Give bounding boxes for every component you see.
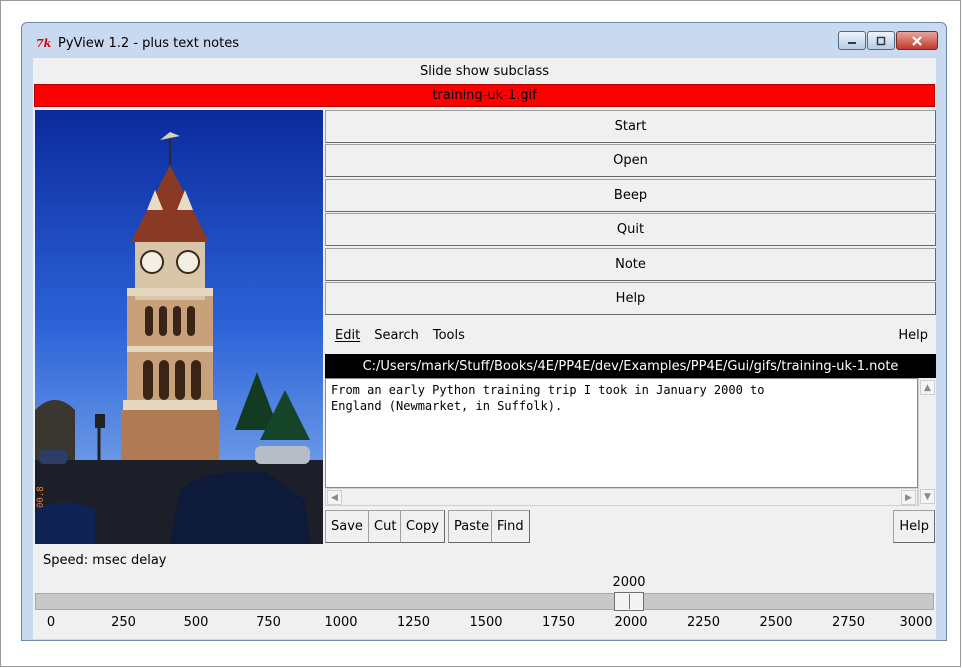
menu-help[interactable]: Help	[898, 328, 928, 343]
tick-label: 250	[111, 615, 136, 630]
editor-toolbar: Save Cut Copy Paste Find Help	[325, 509, 936, 544]
note-text-area[interactable]: From an early Python training trip I too…	[325, 378, 918, 488]
tick-label: 2750	[831, 615, 866, 630]
vertical-scrollbar[interactable]: ▲ ▼	[918, 378, 936, 506]
tick-label: 3000	[899, 615, 933, 630]
menu-edit[interactable]: Edit	[335, 328, 360, 343]
tick-label: 1250	[396, 615, 431, 630]
editor-menubar: Edit Search Tools Help	[325, 320, 936, 350]
open-button[interactable]: Open	[325, 144, 936, 178]
tick-label: 2500	[759, 615, 793, 630]
tick-label: 750	[256, 615, 281, 630]
maximize-icon	[876, 36, 886, 45]
tick-label: 500	[183, 615, 209, 630]
tick-label: 2000	[614, 615, 648, 630]
tick-label: 1000	[324, 615, 358, 630]
menu-search[interactable]: Search	[374, 328, 419, 343]
help-button[interactable]: Help	[325, 281, 936, 315]
beep-button[interactable]: Beep	[325, 178, 936, 212]
tick-label: 0	[46, 615, 56, 630]
find-button[interactable]: Find	[491, 510, 530, 543]
close-icon	[912, 35, 922, 46]
maximize-button[interactable]	[867, 31, 895, 50]
title-bar[interactable]: 7k PyView 1.2 - plus text notes	[22, 23, 946, 57]
speed-scale-trough[interactable]	[35, 593, 934, 610]
note-path-label: C:/Users/mark/Stuff/Books/4E/PP4E/dev/Ex…	[325, 354, 936, 378]
note-button[interactable]: Note	[325, 247, 936, 281]
speed-slider-handle[interactable]	[614, 592, 644, 611]
editor-help-button[interactable]: Help	[893, 510, 935, 543]
subclass-label: Slide show subclass	[419, 63, 550, 79]
slide-image: 00.8	[35, 110, 323, 544]
window-title: PyView 1.2 - plus text notes	[58, 36, 240, 51]
svg-text:00.8: 00.8	[36, 486, 46, 508]
speed-value: 2000	[612, 575, 646, 590]
start-button[interactable]: Start	[325, 110, 936, 143]
client-area: Slide show subclass training-uk-1.gif 00…	[33, 58, 936, 639]
minimize-button[interactable]	[838, 31, 866, 50]
speed-label: Speed: msec delay	[43, 553, 167, 568]
paste-button[interactable]: Paste	[448, 510, 496, 543]
app-window: 7k PyView 1.2 - plus text notes Slide sh…	[21, 22, 947, 641]
current-file-label: training-uk-1.gif	[34, 84, 935, 107]
minimize-icon	[848, 41, 856, 44]
horizontal-scrollbar[interactable]: ◀ ▶	[325, 488, 918, 506]
tk-feather-icon: 7k	[36, 37, 52, 50]
tick-label: 1750	[541, 615, 576, 630]
tick-label: 2250	[686, 615, 721, 630]
close-button[interactable]	[896, 31, 938, 50]
scroll-left-icon[interactable]: ◀	[327, 490, 342, 505]
button-column: Start Open Beep Quit Note Help	[325, 110, 936, 316]
quit-button[interactable]: Quit	[325, 213, 936, 247]
scroll-up-icon[interactable]: ▲	[920, 380, 935, 395]
menu-tools[interactable]: Tools	[433, 328, 465, 343]
copy-button[interactable]: Copy	[400, 510, 445, 543]
scroll-down-icon[interactable]: ▼	[920, 489, 935, 504]
save-button[interactable]: Save	[325, 510, 369, 543]
scroll-right-icon[interactable]: ▶	[901, 490, 916, 505]
tick-label: 1500	[469, 615, 503, 630]
cut-button[interactable]: Cut	[368, 510, 403, 543]
